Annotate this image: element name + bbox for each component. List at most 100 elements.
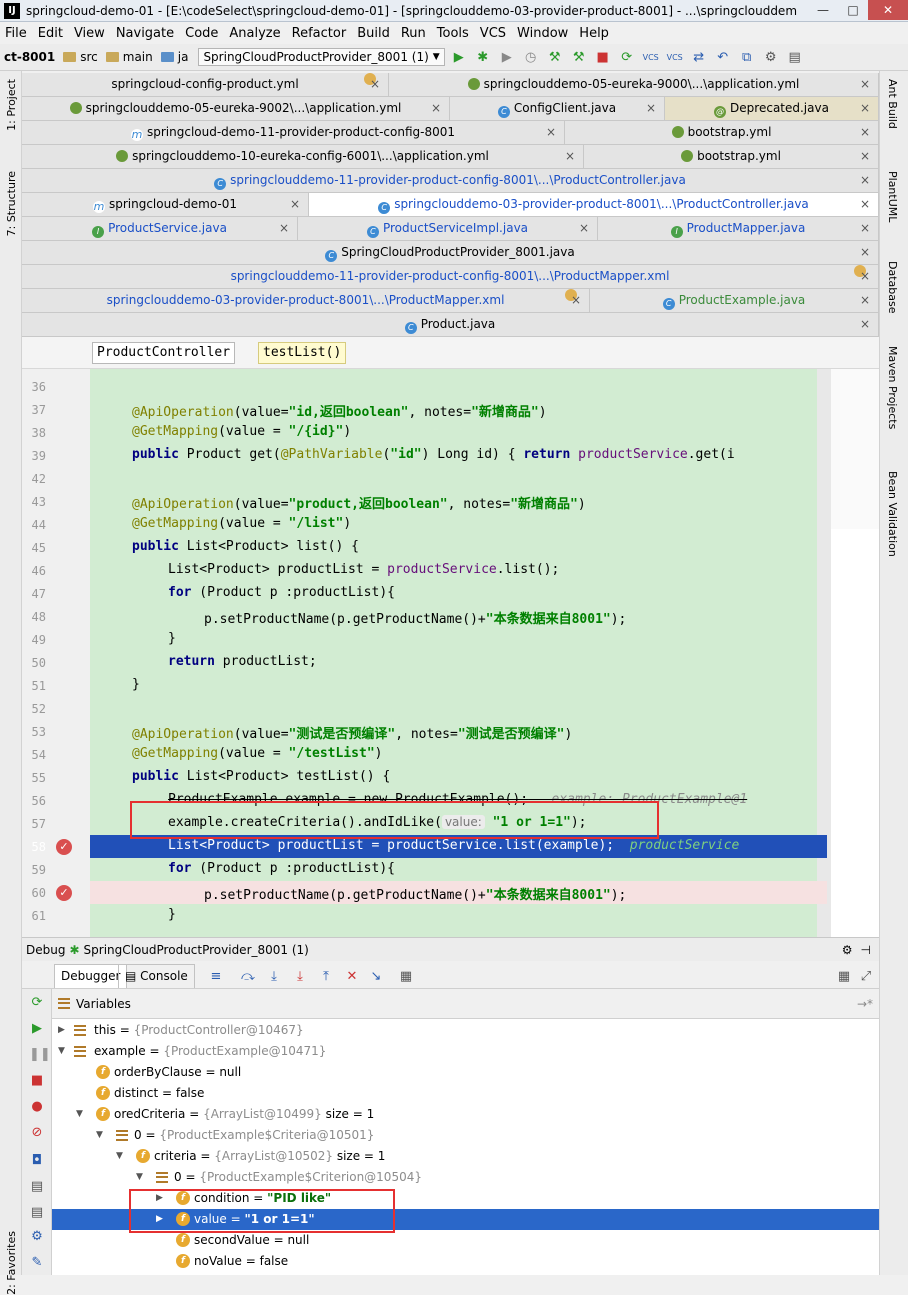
run-icon[interactable]: ▶ (449, 47, 469, 67)
vcs-update-icon[interactable]: VCS (641, 47, 661, 67)
close-tab-icon[interactable]: × (860, 241, 870, 264)
breadcrumb-method[interactable]: testList() (258, 342, 347, 364)
close-tab-icon[interactable]: × (646, 97, 656, 120)
close-tab-icon[interactable]: × (860, 97, 870, 120)
tool-window-database[interactable]: Database (886, 261, 899, 314)
menu-window[interactable]: Window (512, 26, 574, 41)
run-to-cursor-icon[interactable]: ↘ (366, 966, 386, 986)
editor-tab[interactable]: springcloud-config-product.yml × (22, 73, 389, 96)
code-minimap[interactable] (827, 369, 879, 529)
gear-icon[interactable]: ⚙ (842, 943, 853, 957)
editor-tab[interactable]: I ProductService.java × (22, 217, 298, 240)
editor-tab[interactable]: C ProductExample.java × (590, 289, 879, 312)
step-into-icon[interactable]: ⤓ (264, 966, 284, 986)
close-tab-icon[interactable]: × (860, 169, 870, 192)
tool-window-structure[interactable]: 7: Structure (5, 171, 18, 236)
code-editor[interactable]: 36 37 38 39 42 43 44 45 46 47 48 49 50 5… (22, 369, 879, 937)
menu-analyze[interactable]: Analyze (224, 26, 286, 41)
close-tab-icon[interactable]: × (860, 217, 870, 240)
build-icon[interactable]: ⚒ (545, 47, 565, 67)
restore-layout-icon[interactable]: ▤ (29, 1179, 45, 1195)
editor-tab[interactable]: m springcloud-demo-01 × (22, 193, 309, 216)
close-tab-icon[interactable]: × (579, 217, 589, 240)
drop-frame-icon[interactable]: ✕ (342, 966, 362, 986)
editor-tab[interactable]: C ProductServiceImpl.java × (298, 217, 598, 240)
editor-tab-active[interactable]: Cspringclouddemo-03-provider-product-800… (309, 193, 879, 216)
nav-crumb-module[interactable]: ct-8001 (0, 50, 59, 64)
nav-crumb-src[interactable]: src (59, 50, 102, 64)
menu-run[interactable]: Run (396, 26, 432, 41)
close-tab-icon[interactable]: × (860, 289, 870, 312)
variables-tree[interactable]: ▶ this = {ProductController@10467} ▼ exa… (52, 1019, 879, 1275)
collapse-arrow-icon[interactable]: ▼ (76, 1104, 83, 1125)
debug-session-name[interactable]: SpringCloudProductProvider_8001 (1) (84, 943, 309, 957)
layout-settings-icon[interactable]: ⤢ (856, 966, 876, 986)
tool-window-bean-validation[interactable]: Bean Validation (886, 471, 899, 557)
tree-row[interactable]: f secondValue = null (52, 1230, 879, 1251)
collapse-arrow-icon[interactable]: ▼ (116, 1146, 123, 1167)
step-over-icon[interactable]: ⤼ (238, 966, 258, 986)
hide-panel-icon[interactable]: ⊣ (861, 943, 871, 957)
revert-icon[interactable]: ↶ (713, 47, 733, 67)
project-structure-icon[interactable]: ▤ (785, 47, 805, 67)
tree-row[interactable]: ▼ 0 = {ProductExample$Criteria@10501} (52, 1125, 879, 1146)
menu-help[interactable]: Help (574, 26, 615, 41)
rebuild-icon[interactable]: ⚒ (569, 47, 589, 67)
tree-row[interactable]: f distinct = false (52, 1083, 879, 1104)
menu-file[interactable]: File (0, 26, 33, 41)
close-tab-icon[interactable]: × (860, 145, 870, 168)
expand-arrow-icon[interactable]: ▶ (58, 1020, 65, 1041)
close-window-button[interactable]: ✕ (868, 0, 908, 20)
tool-window-project[interactable]: 1: Project (5, 79, 18, 131)
view-breakpoints-icon[interactable]: ● (29, 1099, 45, 1115)
menu-view[interactable]: View (69, 26, 111, 41)
evaluate-expression-icon[interactable]: ▦ (396, 966, 416, 986)
menu-edit[interactable]: Edit (33, 26, 69, 41)
close-tab-icon[interactable]: × (546, 121, 556, 144)
tree-row[interactable]: f noValue = false (52, 1251, 879, 1272)
menu-code[interactable]: Code (180, 26, 224, 41)
close-tab-icon[interactable]: × (279, 217, 289, 240)
show-execution-point-icon[interactable]: ≡ (206, 966, 226, 986)
stop-icon[interactable]: ■ (593, 47, 613, 67)
breakpoint-check-icon[interactable]: ✓ (56, 885, 72, 901)
editor-tab[interactable]: springclouddemo-05-eureka-9000\...\appli… (389, 73, 879, 96)
run-configuration-select[interactable]: SpringCloudProductProvider_8001 (1) ▼ (198, 48, 445, 66)
close-tab-icon[interactable]: × (370, 73, 380, 96)
nav-crumb-main[interactable]: main (102, 50, 157, 64)
minimize-button[interactable]: — (808, 0, 838, 20)
editor-tab[interactable]: @ Deprecated.java × (665, 97, 879, 120)
settings-icon[interactable]: ⚙ (761, 47, 781, 67)
close-tab-icon[interactable]: × (860, 313, 870, 336)
editor-tab[interactable]: I ProductMapper.java × (598, 217, 879, 240)
editor-tab[interactable]: m springcloud-demo-11-provider-product-co… (22, 121, 565, 144)
pause-icon[interactable]: ❚❚ (29, 1047, 51, 1063)
close-tab-icon[interactable]: × (860, 73, 870, 96)
tree-row[interactable]: ▼ f criteria = {ArrayList@10502} size = … (52, 1146, 879, 1167)
editor-tab[interactable]: springclouddemo-10-eureka-config-6001\..… (22, 145, 584, 168)
resume-icon[interactable]: ▶ (29, 1021, 45, 1037)
close-tab-icon[interactable]: × (565, 145, 575, 168)
editor-tab[interactable]: C SpringCloudProductProvider_8001.java × (22, 241, 879, 264)
menu-vcs[interactable]: VCS (475, 26, 512, 41)
menu-build[interactable]: Build (352, 26, 396, 41)
tree-row[interactable]: ▼ f oredCriteria = {ArrayList@10499} siz… (52, 1104, 879, 1125)
force-step-into-icon[interactable]: ⤓ (290, 966, 310, 986)
profile-icon[interactable]: ◷ (521, 47, 541, 67)
tree-row[interactable]: f orderByClause = null (52, 1062, 879, 1083)
compare-icon[interactable]: ⧉ (737, 47, 757, 67)
debug-icon[interactable]: ✱ (473, 47, 493, 67)
tab-debugger[interactable]: Debugger (54, 964, 128, 988)
tree-row[interactable]: ▼ example = {ProductExample@10471} (52, 1041, 879, 1062)
collapse-arrow-icon[interactable]: ▼ (96, 1125, 103, 1146)
vcs-commit-icon[interactable]: VCS (665, 47, 685, 67)
tree-row[interactable]: ▶ this = {ProductController@10467} (52, 1020, 879, 1041)
panel-pin-icon[interactable]: →* (857, 989, 873, 1019)
editor-tab[interactable]: springclouddemo-05-eureka-9002\...\appli… (22, 97, 450, 120)
tool-window-plantuml[interactable]: PlantUML (886, 171, 899, 222)
close-tab-icon[interactable]: × (860, 265, 870, 288)
menu-refactor[interactable]: Refactor (287, 26, 353, 41)
settings-icon[interactable]: ⚙ (29, 1229, 45, 1245)
nav-crumb-java[interactable]: ja (157, 50, 193, 64)
breakpoint-check-icon[interactable]: ✓ (56, 839, 72, 855)
